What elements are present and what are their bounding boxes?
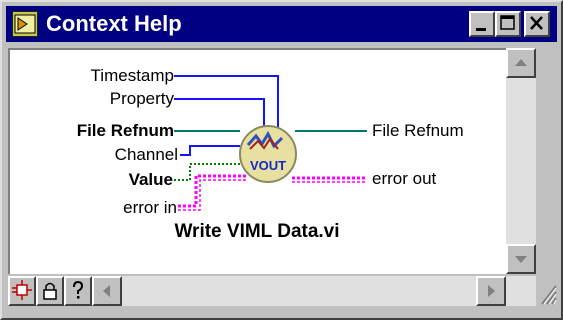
close-icon xyxy=(530,16,543,30)
vi-icon: VOUT xyxy=(239,125,297,183)
bottom-toolbar xyxy=(8,276,536,306)
arrow-down-icon xyxy=(515,256,527,263)
input-label-property: Property xyxy=(109,89,174,108)
output-label-error-out: error out xyxy=(372,169,437,188)
window-title: Context Help xyxy=(46,11,182,36)
help-content-pane: VOUT Timestamp Property File Refnum Chan… xyxy=(8,48,506,274)
scroll-down-button[interactable] xyxy=(506,244,536,274)
arrow-right-icon xyxy=(488,285,495,297)
lock-icon xyxy=(43,282,57,300)
input-label-timestamp: Timestamp xyxy=(90,66,174,85)
help-question-icon xyxy=(73,280,84,299)
arrow-left-icon xyxy=(103,285,110,297)
output-label-file-refnum: File Refnum xyxy=(372,121,464,140)
arrow-up-icon xyxy=(515,59,527,66)
input-label-value: Value xyxy=(128,170,173,189)
value-wire xyxy=(174,163,242,181)
context-help-window: Context Help VOUT Timestamp Property Fil… xyxy=(0,0,563,320)
scroll-left-button[interactable] xyxy=(92,276,122,306)
input-label-file-refnum: File Refnum xyxy=(76,121,174,140)
title-bar[interactable]: Context Help xyxy=(6,6,557,42)
resize-grip[interactable] xyxy=(536,276,558,306)
minimize-button[interactable] xyxy=(469,11,495,37)
minimize-icon xyxy=(476,28,486,31)
horizontal-scrollbar[interactable] xyxy=(92,276,536,306)
scroll-right-button[interactable] xyxy=(476,276,506,306)
lock-button[interactable] xyxy=(36,276,64,306)
input-label-error-in: error in xyxy=(123,198,177,217)
simple-diagram-button[interactable] xyxy=(8,276,36,306)
vertical-scrollbar[interactable] xyxy=(506,48,536,274)
close-button[interactable] xyxy=(524,11,550,37)
labview-help-icon xyxy=(12,11,38,37)
vi-name: Write VIML Data.vi xyxy=(174,221,340,242)
maximize-icon xyxy=(500,15,515,30)
channel-wire xyxy=(180,145,240,156)
scroll-up-button[interactable] xyxy=(506,48,536,78)
help-button[interactable] xyxy=(64,276,92,306)
resize-grip-icon xyxy=(541,285,557,305)
vi-icon-text: VOUT xyxy=(250,158,286,173)
timestamp-wire xyxy=(174,75,279,132)
property-wire xyxy=(174,98,265,126)
input-label-channel: Channel xyxy=(114,145,178,164)
maximize-button[interactable] xyxy=(495,11,521,37)
simple-diagram-icon xyxy=(12,280,32,300)
